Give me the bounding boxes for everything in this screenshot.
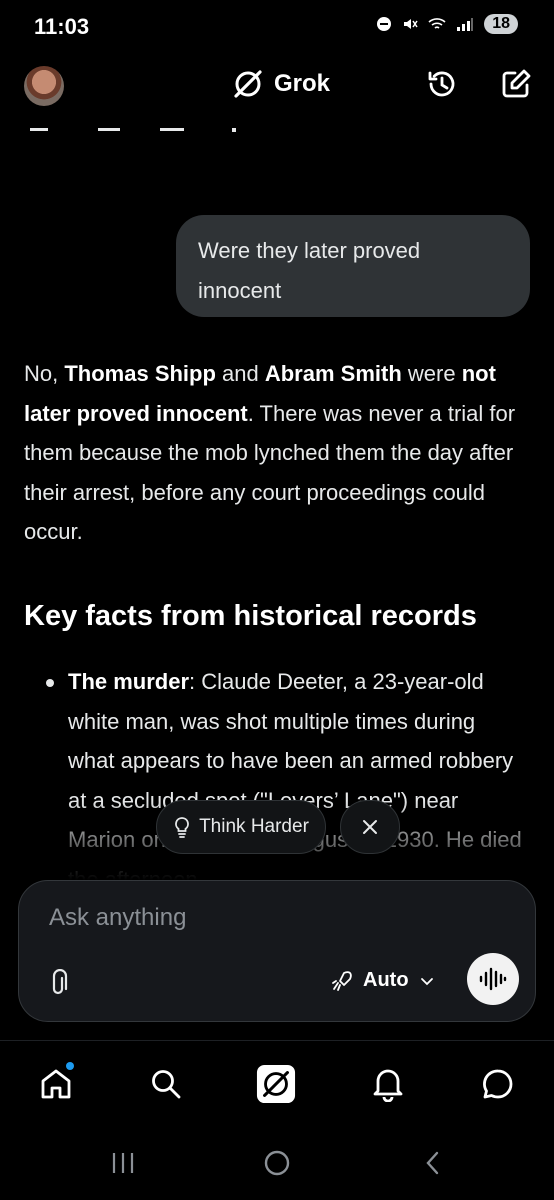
back-system-button[interactable] xyxy=(418,1148,448,1178)
notification-dot xyxy=(66,1062,74,1070)
battery-level: 18 xyxy=(484,14,518,34)
close-icon xyxy=(363,820,377,834)
home-system-button[interactable] xyxy=(262,1148,292,1178)
assistant-answer: No, Thomas Shipp and Abram Smith were no… xyxy=(24,354,524,552)
tab-notifications[interactable] xyxy=(368,1064,408,1104)
think-harder-button[interactable]: Think Harder xyxy=(156,800,326,854)
answer-text: No, xyxy=(24,361,65,386)
home-circle-icon xyxy=(264,1150,290,1176)
user-message-bubble: Were they later proved innocent xyxy=(176,215,530,317)
signal-icon xyxy=(457,18,474,31)
grok-logo-icon xyxy=(234,70,262,98)
composer: Auto xyxy=(18,880,536,1022)
section-heading: Key facts from historical records xyxy=(24,600,477,632)
app-title: Grok xyxy=(274,70,331,97)
bullet-label: The murder xyxy=(68,669,190,694)
voice-waveform-icon xyxy=(479,967,507,991)
answer-text: and xyxy=(215,361,265,386)
status-bar: 11:03 18 xyxy=(0,0,554,54)
tab-search[interactable] xyxy=(146,1064,186,1104)
dismiss-chip-button[interactable] xyxy=(340,800,400,854)
rocket-icon xyxy=(332,970,352,991)
home-icon xyxy=(41,1069,71,1099)
think-harder-label: Think Harder xyxy=(199,816,309,837)
tab-grok[interactable] xyxy=(256,1064,296,1104)
notifications-icon xyxy=(373,1069,403,1102)
ask-input[interactable] xyxy=(47,903,471,933)
bullet-dot xyxy=(46,679,54,687)
tab-home[interactable] xyxy=(36,1062,76,1104)
mode-selector[interactable]: Auto xyxy=(331,969,435,992)
answer-bold-name: Thomas Shipp xyxy=(64,361,216,386)
paperclip-icon[interactable] xyxy=(45,969,71,999)
lightbulb-icon xyxy=(175,817,190,838)
wifi-icon xyxy=(428,18,446,29)
scrolled-text-remnant xyxy=(30,128,236,132)
dnd-icon xyxy=(377,17,392,31)
mute-icon xyxy=(404,19,418,29)
voice-mode-button[interactable] xyxy=(467,953,519,1005)
status-icons: 18 xyxy=(376,14,518,34)
mode-label: Auto xyxy=(363,969,409,991)
answer-text: were xyxy=(401,361,462,386)
tabbar-divider xyxy=(0,1040,554,1041)
back-chevron-icon xyxy=(426,1151,439,1175)
recents-icon xyxy=(112,1153,134,1173)
system-nav-bar xyxy=(0,1138,554,1188)
bottom-tab-bar xyxy=(0,1050,554,1120)
status-time: 11:03 xyxy=(34,14,90,39)
recents-button[interactable] xyxy=(108,1148,138,1178)
user-avatar[interactable] xyxy=(24,66,64,106)
search-icon xyxy=(152,1070,181,1099)
grok-icon xyxy=(256,1064,296,1104)
chevron-down-icon xyxy=(420,977,433,985)
compose-icon[interactable] xyxy=(498,66,534,102)
messages-icon xyxy=(483,1069,513,1099)
tab-messages[interactable] xyxy=(478,1064,518,1104)
answer-bold-name: Abram Smith xyxy=(264,361,402,386)
app-header: Grok xyxy=(0,58,554,114)
user-message-text: Were they later proved innocent xyxy=(198,238,421,303)
history-icon[interactable] xyxy=(424,66,460,102)
brand: Grok xyxy=(232,68,330,100)
